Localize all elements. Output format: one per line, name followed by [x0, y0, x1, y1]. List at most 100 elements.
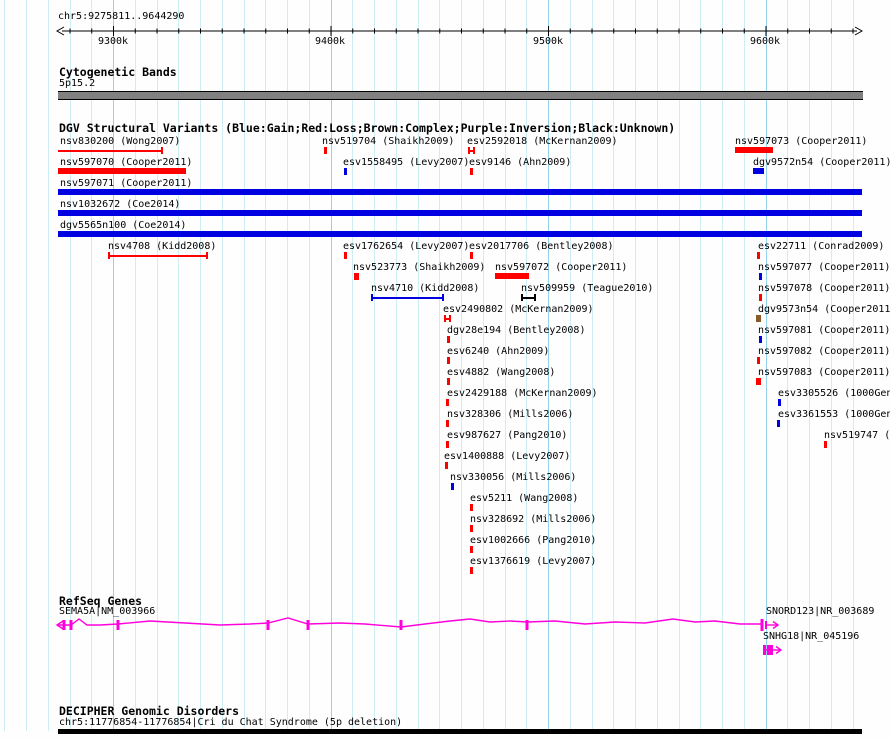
variant-marker-square[interactable] [354, 273, 359, 280]
variant-marker-bar[interactable] [495, 273, 529, 279]
variant-label[interactable]: esv3305526 (1000Genomes) [778, 388, 890, 399]
variant-marker-tick[interactable] [451, 483, 454, 490]
variant-label[interactable]: esv1376619 (Levy2007) [470, 556, 596, 567]
variant-marker-bar[interactable] [735, 147, 773, 153]
variant-marker-bar[interactable] [753, 168, 764, 174]
variant-marker-tick[interactable] [759, 294, 762, 301]
variant-marker-bar[interactable] [58, 210, 862, 216]
variant-label[interactable]: nsv830200 (Wong2007) [60, 136, 180, 147]
variant-label[interactable]: nsv597073 (Cooper2011) [735, 136, 867, 147]
variant-marker-tick[interactable] [470, 546, 473, 553]
variant-label[interactable]: nsv330056 (Mills2006) [450, 472, 576, 483]
variant-marker-tick[interactable] [470, 525, 473, 532]
variant-marker-interval-line[interactable] [108, 255, 207, 257]
variant-label[interactable]: nsv519747 ( [824, 430, 890, 441]
variant-label[interactable]: nsv597083 (Cooper2011) [758, 367, 890, 378]
variant-marker-interval-line[interactable] [371, 297, 443, 299]
variant-label[interactable]: nsv597078 (Cooper2011) [758, 283, 890, 294]
variant-marker-square[interactable] [756, 315, 761, 322]
cytoband-bar[interactable] [58, 91, 863, 100]
variant-marker-tick[interactable] [344, 252, 347, 259]
gene-exon-block[interactable] [763, 645, 766, 655]
variant-label[interactable]: nsv4708 (Kidd2008) [108, 241, 216, 252]
variant-marker-tick[interactable] [446, 420, 449, 427]
variant-marker-tick[interactable] [447, 378, 450, 385]
gene-exon-block[interactable] [767, 645, 773, 655]
variant-marker-tick[interactable] [470, 168, 473, 175]
variant-marker-tick[interactable] [447, 336, 450, 343]
variant-label[interactable]: nsv597071 (Cooper2011) [60, 178, 192, 189]
variant-marker-interval-end[interactable] [371, 294, 373, 301]
variant-marker-interval-end[interactable] [449, 315, 451, 322]
decipher-region-bar[interactable] [58, 729, 862, 734]
variant-marker-interval-end[interactable] [534, 294, 536, 301]
variant-marker-tick[interactable] [470, 504, 473, 511]
track-title-decipher: DECIPHER Genomic Disorders [59, 705, 239, 717]
variant-label[interactable]: nsv328306 (Mills2006) [447, 409, 573, 420]
variant-marker-interval-end[interactable] [473, 147, 475, 154]
variant-label[interactable]: dgv28e194 (Bentley2008) [447, 325, 585, 336]
variant-label[interactable]: esv1762654 (Levy2007) [343, 241, 469, 252]
variant-marker-interval-end[interactable] [206, 252, 208, 259]
variant-label[interactable]: nsv597070 (Cooper2011) [60, 157, 192, 168]
variant-label[interactable]: dgv9573n54 (Cooper2011) [758, 304, 890, 315]
variant-marker-interval-end[interactable] [444, 315, 446, 322]
variant-marker-bar[interactable] [58, 168, 186, 174]
variant-marker-tick[interactable] [777, 420, 780, 427]
variant-label[interactable]: dgv9572n54 (Cooper2011) [753, 157, 890, 168]
variant-label[interactable]: nsv509959 (Teague2010) [521, 283, 653, 294]
variant-marker-tick[interactable] [447, 357, 450, 364]
variant-marker-interval-end[interactable] [442, 294, 444, 301]
variant-label[interactable]: esv1002666 (Pang2010) [470, 535, 596, 546]
variant-marker-tick[interactable] [446, 399, 449, 406]
variant-marker-bar[interactable] [58, 189, 862, 195]
variant-label[interactable]: nsv597081 (Cooper2011) [758, 325, 890, 336]
variant-label[interactable]: nsv523773 (Shaikh2009) [353, 262, 485, 273]
variant-label[interactable]: nsv597072 (Cooper2011) [495, 262, 627, 273]
variant-marker-tick[interactable] [759, 336, 762, 343]
variant-marker-tick[interactable] [344, 168, 347, 175]
variant-marker-tick[interactable] [470, 252, 473, 259]
gene-line[interactable] [57, 618, 762, 627]
variant-marker-interval-end[interactable] [161, 147, 163, 154]
variant-marker-interval-line[interactable] [58, 150, 162, 152]
variant-label[interactable]: esv6240 (Ahn2009) [447, 346, 549, 357]
variant-label[interactable]: esv2490802 (McKernan2009) [443, 304, 594, 315]
variant-marker-tick[interactable] [470, 567, 473, 574]
variant-label[interactable]: esv2429188 (McKernan2009) [447, 388, 598, 399]
variant-label[interactable]: esv3361553 (1000Genomes) [778, 409, 890, 420]
variant-marker-square[interactable] [756, 378, 761, 385]
variant-marker-interval-end[interactable] [108, 252, 110, 259]
variant-label[interactable]: esv2017706 (Bentley2008) [469, 241, 614, 252]
variant-marker-tick[interactable] [324, 147, 327, 154]
variant-marker-tick[interactable] [778, 399, 781, 406]
variant-marker-tick[interactable] [757, 252, 760, 259]
variant-label[interactable]: esv1558495 (Levy2007) [343, 157, 469, 168]
variant-label[interactable]: nsv597082 (Cooper2011) [758, 346, 890, 357]
variant-label[interactable]: nsv328692 (Mills2006) [470, 514, 596, 525]
variant-label[interactable]: esv987627 (Pang2010) [447, 430, 567, 441]
variant-marker-tick[interactable] [757, 357, 760, 364]
variant-label[interactable]: esv5211 (Wang2008) [470, 493, 578, 504]
variant-marker-interval-end[interactable] [521, 294, 523, 301]
variant-label[interactable]: nsv597077 (Cooper2011) [758, 262, 890, 273]
variant-label[interactable]: nsv4710 (Kidd2008) [371, 283, 479, 294]
variant-marker-bar[interactable] [58, 231, 862, 237]
variant-marker-tick[interactable] [759, 273, 762, 280]
variant-marker-interval-end[interactable] [468, 147, 470, 154]
variant-marker-interval-line[interactable] [521, 297, 535, 299]
variant-label[interactable]: dgv5565n100 (Coe2014) [60, 220, 186, 231]
variant-label[interactable]: esv9146 (Ahn2009) [469, 157, 571, 168]
gene-label[interactable]: SEMA5A|NM_003966 [59, 606, 155, 617]
variant-label[interactable]: nsv1032672 (Coe2014) [60, 199, 180, 210]
variant-marker-tick[interactable] [824, 441, 827, 448]
gene-label[interactable]: SNHG18|NR_045196 [763, 631, 859, 642]
variant-label[interactable]: esv1400888 (Levy2007) [444, 451, 570, 462]
variant-label[interactable]: esv22711 (Conrad2009) [758, 241, 884, 252]
gene-label[interactable]: SNORD123|NR_003689 [766, 606, 874, 617]
variant-marker-tick[interactable] [445, 462, 448, 469]
variant-label[interactable]: esv4882 (Wang2008) [447, 367, 555, 378]
variant-label[interactable]: esv2592018 (McKernan2009) [467, 136, 618, 147]
variant-label[interactable]: nsv519704 (Shaikh2009) [322, 136, 454, 147]
variant-marker-tick[interactable] [446, 441, 449, 448]
